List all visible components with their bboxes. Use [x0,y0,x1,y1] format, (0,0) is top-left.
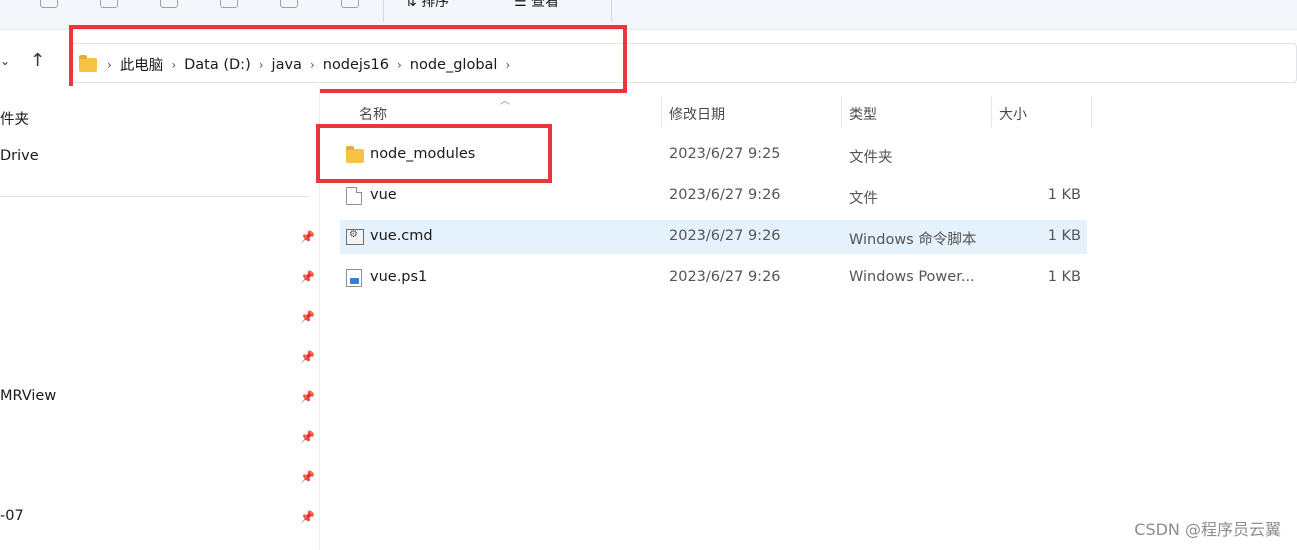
rename-icon[interactable] [220,0,238,8]
pin-icon[interactable]: 📌 [300,350,315,364]
toolbar-separator [383,0,384,22]
sidebar-divider [0,196,308,197]
file-type: Windows Power... [849,269,975,285]
sort-icon: ⇅ [405,0,422,10]
cmd-script-icon [346,229,364,245]
pin-icon[interactable]: 📌 [300,390,315,404]
sidebar-item-drive[interactable]: Drive [0,148,39,164]
sort-ascending-icon: ︿ [500,96,510,107]
sidebar-item-folder[interactable]: 件夹 [0,108,29,129]
view-icon: ☰ [514,0,532,10]
sidebar-item-mrview[interactable]: MRView [0,388,56,404]
up-arrow-icon[interactable]: ↑ [30,50,45,71]
file-name: vue.ps1 [370,269,428,285]
table-row[interactable]: vue.ps1 2023/6/27 9:26 Windows Power... … [340,261,1087,295]
file-size: 1 KB [1047,269,1081,285]
pin-icon[interactable]: 📌 [300,230,315,244]
toolbar-separator [611,0,612,22]
pin-icon[interactable]: 📌 [300,510,315,524]
table-row[interactable]: vue 2023/6/27 9:26 文件 1 KB [340,179,1087,213]
file-date: 2023/6/27 9:26 [669,187,781,203]
file-name: vue.cmd [370,228,433,244]
paste-icon[interactable] [160,0,178,8]
pin-icon[interactable]: 📌 [300,470,315,484]
column-header-type[interactable]: 类型 [849,104,877,124]
address-highlight-box [69,25,627,93]
file-size: 1 KB [1047,228,1081,244]
file-type: 文件 [849,191,878,207]
file-date: 2023/6/27 9:26 [669,269,781,285]
view-label: 查看 [531,0,560,10]
copy-icon[interactable] [100,0,118,8]
sidebar-item-07[interactable]: -07 [0,508,24,524]
column-header-name[interactable]: 名称 [359,104,387,124]
pin-icon[interactable]: 📌 [300,270,315,284]
node-modules-highlight-box [316,124,552,183]
column-divider[interactable] [661,96,662,128]
delete-icon[interactable] [341,0,359,8]
table-row-selected[interactable]: vue.cmd 2023/6/27 9:26 Windows 命令脚本 1 KB [340,220,1087,254]
column-divider[interactable] [991,96,992,128]
share-icon[interactable] [280,0,298,8]
powershell-script-icon [346,269,362,287]
file-type: Windows 命令脚本 [849,232,977,248]
file-size: 1 KB [1047,187,1081,203]
view-button[interactable]: ☰ 查看 [514,0,559,11]
column-header-date[interactable]: 修改日期 [669,104,725,124]
file-date: 2023/6/27 9:25 [669,146,781,162]
sort-button[interactable]: ⇅ 排序 [405,0,449,11]
pin-icon[interactable]: 📌 [300,310,315,324]
sort-label: 排序 [421,0,450,10]
watermark: CSDN @程序员云翼 [1134,520,1281,539]
column-divider[interactable] [841,96,842,128]
file-name: vue [370,187,397,203]
file-icon [346,187,362,205]
column-divider[interactable] [1091,96,1092,128]
recent-locations-chevron-icon[interactable]: ⌄ [0,54,10,68]
pin-icon[interactable]: 📌 [300,430,315,444]
column-header-row: ︿ 名称 修改日期 类型 大小 [320,86,1297,128]
cut-icon[interactable] [40,0,58,8]
navigation-pane: 件夹 Drive 📌 📌 📌 📌 MRView 📌 📌 📌 -07 📌 [0,86,320,550]
column-header-size[interactable]: 大小 [999,104,1027,124]
file-date: 2023/6/27 9:26 [669,228,781,244]
file-type: 文件夹 [849,150,893,166]
